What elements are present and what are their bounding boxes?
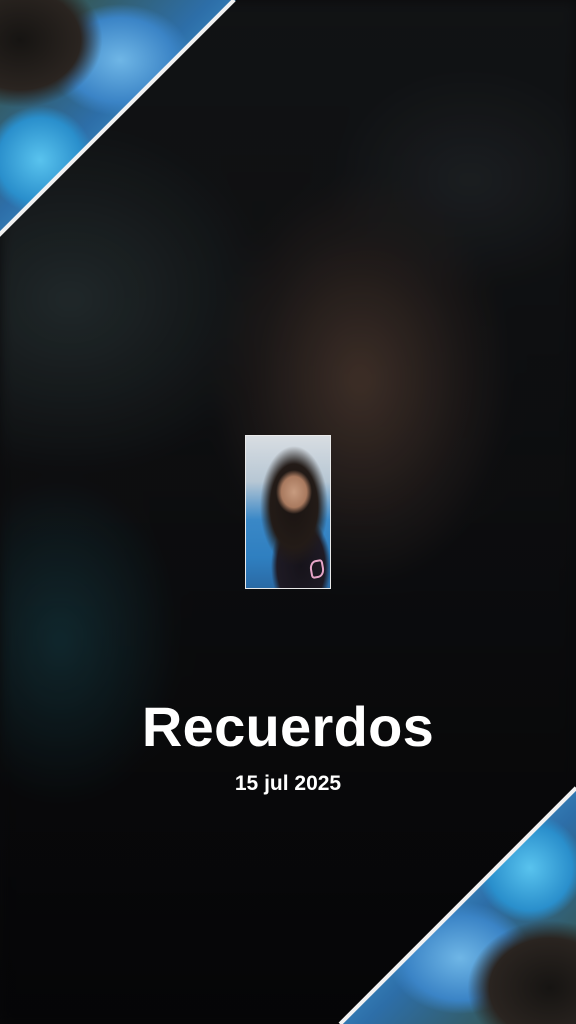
- memories-screen: Recuerdos 15 jul 2025: [0, 0, 576, 1024]
- memory-date: 15 jul 2025: [234, 772, 342, 795]
- memory-thumbnail[interactable]: [245, 435, 331, 589]
- shirt-logo-icon: [308, 558, 326, 580]
- memory-title: Recuerdos: [141, 695, 435, 758]
